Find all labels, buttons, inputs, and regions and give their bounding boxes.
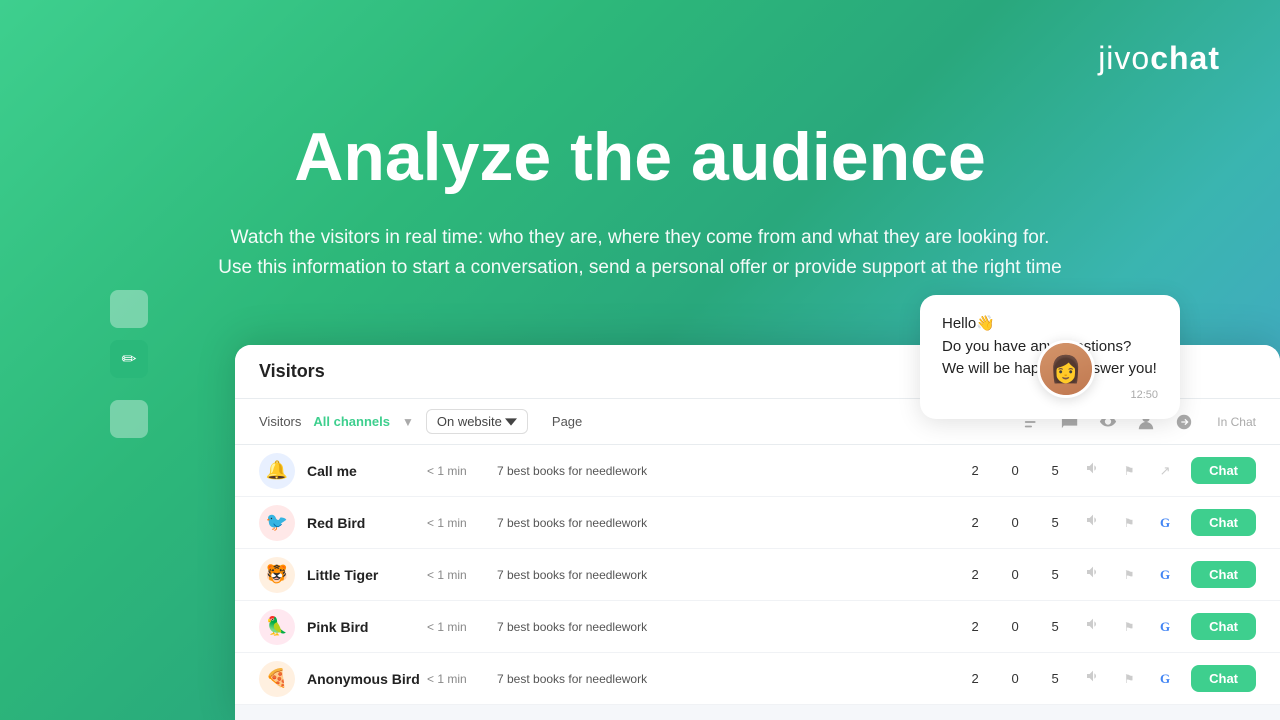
chat-button-3[interactable]: Chat	[1191, 613, 1256, 640]
visitor-stat-3: 5	[1035, 515, 1075, 530]
chat-button-2[interactable]: Chat	[1191, 561, 1256, 588]
visitor-flag-icon: ⚑	[1124, 464, 1135, 478]
visitor-flag-icon: ⚑	[1124, 672, 1135, 686]
google-icon: G	[1160, 619, 1170, 634]
flag-cell: ⚑	[1111, 618, 1147, 636]
decorative-icons: ✏	[110, 290, 148, 438]
visitor-source: G	[1147, 566, 1183, 584]
visitor-stat-2: 0	[995, 515, 1035, 530]
visitor-name: Little Tiger	[307, 567, 427, 583]
megaphone-cell	[1075, 616, 1111, 637]
direct-icon: ↗	[1160, 463, 1171, 478]
hero-subtitle-line2: Use this information to start a conversa…	[218, 257, 1061, 278]
table-row: 🍕 Anonymous Bird < 1 min 7 best books fo…	[235, 653, 1280, 705]
visitor-name: Anonymous Bird	[307, 671, 427, 687]
page-label: Page	[552, 414, 582, 429]
deco-square-icon	[110, 290, 148, 328]
logo-jivo: jivo	[1098, 40, 1150, 76]
google-icon: G	[1160, 515, 1170, 530]
visitor-source: G	[1147, 670, 1183, 688]
visitor-flag-icon: ⚑	[1124, 516, 1135, 530]
hero-subtitle-line1: Watch the visitors in real time: who the…	[231, 227, 1050, 248]
chat-button-0[interactable]: Chat	[1191, 457, 1256, 484]
visitor-avatar: 🔔	[259, 453, 295, 489]
in-chat-label: In Chat	[1217, 415, 1256, 429]
flag-cell: ⚑	[1111, 462, 1147, 480]
visitor-stat-1: 2	[955, 515, 995, 530]
visitor-page: 7 best books for needlework	[497, 568, 955, 582]
megaphone-cell	[1075, 564, 1111, 585]
visitor-source: ↗	[1147, 462, 1183, 480]
visitor-avatar: 🦜	[259, 609, 295, 645]
visitor-time: < 1 min	[427, 672, 497, 686]
flag-cell: ⚑	[1111, 670, 1147, 688]
deco-chat-icon	[110, 400, 148, 438]
visitor-stat-2: 0	[995, 567, 1035, 582]
visitor-page: 7 best books for needlework	[497, 516, 955, 530]
visitor-stat-1: 2	[955, 671, 995, 686]
megaphone-icon	[1085, 512, 1101, 528]
visitor-avatar: 🐦	[259, 505, 295, 541]
table-row: 🔔 Call me < 1 min 7 best books for needl…	[235, 445, 1280, 497]
megaphone-cell	[1075, 512, 1111, 533]
megaphone-icon	[1085, 460, 1101, 476]
visitors-label: Visitors	[259, 414, 301, 429]
visitor-stat-1: 2	[955, 463, 995, 478]
forward-icon	[1175, 413, 1193, 431]
chat-button-4[interactable]: Chat	[1191, 665, 1256, 692]
visitor-stat-2: 0	[995, 463, 1035, 478]
google-icon: G	[1160, 567, 1170, 582]
visitor-flag-icon: ⚑	[1124, 620, 1135, 634]
all-channels-filter[interactable]: All channels	[313, 414, 390, 429]
visitor-time: < 1 min	[427, 464, 497, 478]
visitor-stat-2: 0	[995, 619, 1035, 634]
visitors-table: 🔔 Call me < 1 min 7 best books for needl…	[235, 445, 1280, 705]
table-row: 🦜 Pink Bird < 1 min 7 best books for nee…	[235, 601, 1280, 653]
visitor-stat-1: 2	[955, 567, 995, 582]
megaphone-cell	[1075, 668, 1111, 689]
google-icon: G	[1160, 671, 1170, 686]
visitor-page: 7 best books for needlework	[497, 672, 955, 686]
visitor-stat-3: 5	[1035, 463, 1075, 478]
visitor-time: < 1 min	[427, 516, 497, 530]
avatar-bubble: 👩	[1037, 340, 1095, 398]
visitor-stat-3: 5	[1035, 671, 1075, 686]
megaphone-cell	[1075, 460, 1111, 481]
visitor-source: G	[1147, 618, 1183, 636]
chat-greeting: Hello👋	[942, 315, 995, 332]
visitor-source: G	[1147, 514, 1183, 532]
visitor-time: < 1 min	[427, 568, 497, 582]
visitor-stat-3: 5	[1035, 567, 1075, 582]
hero-title: Analyze the audience	[0, 120, 1280, 195]
visitor-name: Red Bird	[307, 515, 427, 531]
visitor-stat-3: 5	[1035, 619, 1075, 634]
megaphone-icon	[1085, 616, 1101, 632]
table-row: 🐦 Red Bird < 1 min 7 best books for need…	[235, 497, 1280, 549]
agent-avatar: 👩	[1037, 340, 1095, 398]
deco-pencil-icon: ✏	[110, 340, 148, 378]
flag-cell: ⚑	[1111, 514, 1147, 532]
on-website-dropdown[interactable]: On website	[426, 409, 528, 434]
logo: jivochat	[1098, 40, 1220, 77]
visitor-page: 7 best books for needlework	[497, 620, 955, 634]
hero-section: Analyze the audience Watch the visitors …	[0, 120, 1280, 284]
flag-cell: ⚑	[1111, 566, 1147, 584]
megaphone-icon	[1085, 668, 1101, 684]
visitor-page: 7 best books for needlework	[497, 464, 955, 478]
window-title: Visitors	[259, 361, 325, 382]
visitor-time: < 1 min	[427, 620, 497, 634]
visitor-name: Pink Bird	[307, 619, 427, 635]
megaphone-icon	[1085, 564, 1101, 580]
hero-subtitle: Watch the visitors in real time: who the…	[0, 223, 1280, 284]
visitor-stat-1: 2	[955, 619, 995, 634]
visitor-avatar: 🍕	[259, 661, 295, 697]
visitor-stat-2: 0	[995, 671, 1035, 686]
logo-chat: chat	[1150, 40, 1220, 76]
table-row: 🐯 Little Tiger < 1 min 7 best books for …	[235, 549, 1280, 601]
visitor-flag-icon: ⚑	[1124, 568, 1135, 582]
visitor-name: Call me	[307, 463, 427, 479]
visitor-avatar: 🐯	[259, 557, 295, 593]
chat-button-1[interactable]: Chat	[1191, 509, 1256, 536]
